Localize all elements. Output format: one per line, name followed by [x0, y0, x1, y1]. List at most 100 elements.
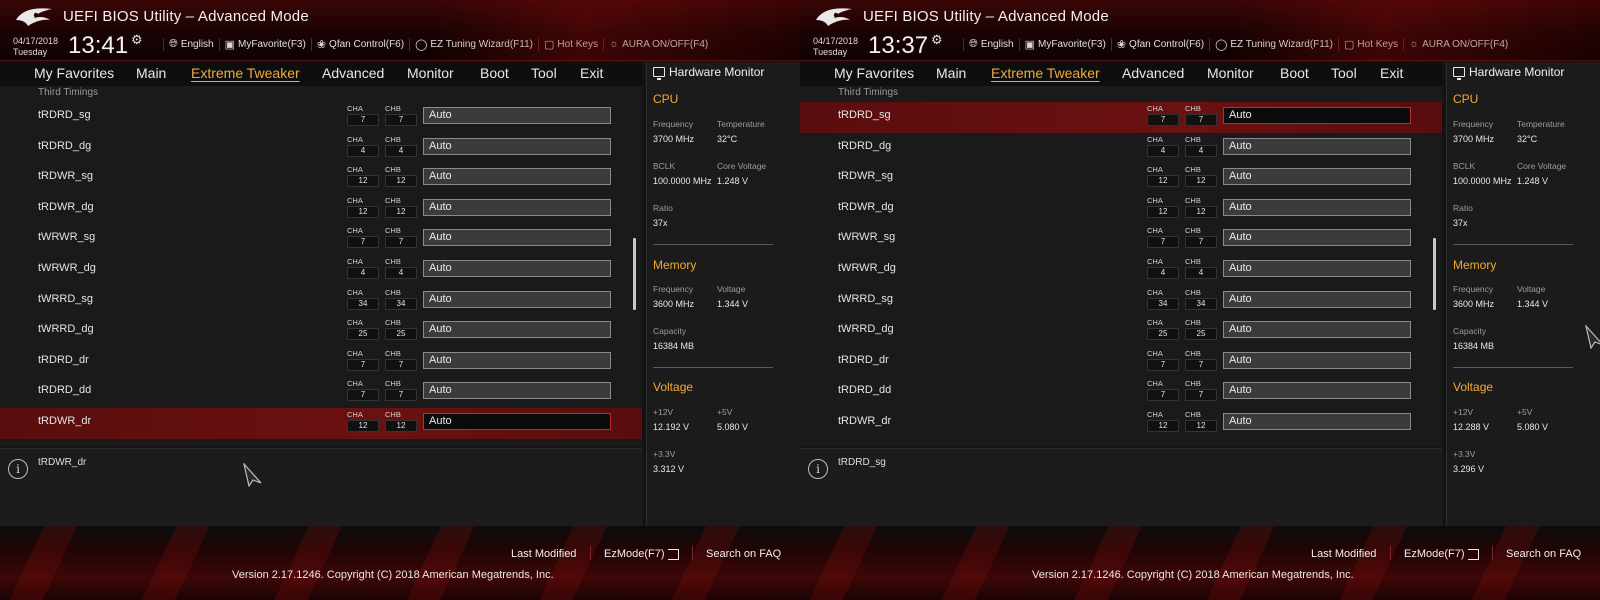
- timing-row[interactable]: tRDWR_dg CHA 12 CHB 12 Auto: [800, 194, 1442, 225]
- timing-row[interactable]: tWRRD_sg CHA 34 CHB 34 Auto: [800, 286, 1442, 317]
- my-favorite-button[interactable]: ▣ MyFavorite(F3): [225, 38, 306, 51]
- timing-value-field[interactable]: Auto: [1223, 168, 1411, 186]
- timing-row[interactable]: tRDWR_dr CHA 12 CHB 12 Auto: [0, 407, 642, 439]
- language-button[interactable]: 🌐︎ English: [169, 38, 214, 51]
- timing-row[interactable]: tRDRD_dr CHA 7 CHB 7 Auto: [0, 347, 642, 378]
- cha-value: 7: [1147, 358, 1179, 371]
- cha-caption: CHA: [1147, 256, 1163, 266]
- last-modified-button[interactable]: Last Modified: [511, 548, 576, 560]
- divider: [1453, 367, 1573, 368]
- timing-value-field[interactable]: Auto: [423, 107, 611, 124]
- section-heading: Third Timings: [38, 87, 99, 98]
- v5-value: 5.080 V: [717, 422, 749, 432]
- timing-value-field[interactable]: Auto: [423, 351, 611, 369]
- timing-value-field[interactable]: Auto: [1223, 229, 1411, 247]
- timing-value-field[interactable]: Auto: [423, 137, 611, 155]
- timing-row[interactable]: tWRWR_sg CHA 7 CHB 7 Auto: [800, 224, 1442, 255]
- tab-my-favorites[interactable]: My Favorites: [34, 65, 114, 81]
- copyright-text: Version 2.17.1246. Copyright (C) 2018 Am…: [232, 569, 554, 581]
- timing-value-field[interactable]: Auto: [423, 229, 611, 247]
- search-faq-button[interactable]: Search on FAQ: [706, 548, 781, 560]
- tab-advanced[interactable]: Advanced: [1122, 65, 1184, 81]
- timing-value-field[interactable]: Auto: [1223, 259, 1411, 277]
- timing-value-field[interactable]: Auto: [1223, 382, 1411, 400]
- timing-row[interactable]: tRDRD_dd CHA 7 CHB 7 Auto: [800, 377, 1442, 408]
- timing-row[interactable]: tRDWR_dr CHA 12 CHB 12 Auto: [800, 408, 1442, 439]
- channel-a-readout: CHA 4: [347, 257, 379, 279]
- timing-row[interactable]: tWRWR_dg CHA 4 CHB 4 Auto: [0, 255, 642, 286]
- timing-row[interactable]: tRDRD_dg CHA 4 CHB 4 Auto: [0, 133, 642, 164]
- tab-tool[interactable]: Tool: [531, 65, 557, 81]
- timing-value-field[interactable]: Auto: [1223, 351, 1411, 369]
- cha-caption: CHA: [1147, 379, 1163, 389]
- my-favorite-button[interactable]: ▣ MyFavorite(F3): [1025, 38, 1106, 51]
- timing-value-field[interactable]: Auto: [423, 259, 611, 277]
- timing-value-field[interactable]: Auto: [423, 321, 611, 339]
- timing-row[interactable]: tRDRD_dg CHA 4 CHB 4 Auto: [800, 133, 1442, 164]
- qfan-control-button[interactable]: ❀ Qfan Control(F6): [1117, 38, 1204, 51]
- timing-value-field[interactable]: Auto: [1223, 321, 1411, 339]
- timing-row[interactable]: tRDRD_dr CHA 7 CHB 7 Auto: [800, 347, 1442, 378]
- tab-boot[interactable]: Boot: [1280, 65, 1309, 81]
- clock-settings-gear-icon[interactable]: ⚙: [931, 32, 943, 48]
- ez-tuning-label: EZ Tuning Wizard(F11): [430, 38, 534, 50]
- timing-row[interactable]: tRDWR_sg CHA 12 CHB 12 Auto: [0, 163, 642, 194]
- search-faq-button[interactable]: Search on FAQ: [1506, 548, 1581, 560]
- timing-row[interactable]: tRDRD_sg CHA 7 CHB 7 Auto: [800, 102, 1442, 133]
- tab-main[interactable]: Main: [936, 65, 966, 81]
- timing-value-field[interactable]: Auto: [423, 412, 611, 430]
- timing-value-field[interactable]: Auto: [423, 382, 611, 400]
- bios-screen-left: UEFI BIOS Utility – Advanced Mode 04/17/…: [0, 0, 800, 600]
- ez-tuning-wizard-button[interactable]: ◯ EZ Tuning Wizard(F11): [1215, 38, 1333, 51]
- tab-my-favorites[interactable]: My Favorites: [834, 65, 914, 81]
- ezmode-button[interactable]: EzMode(F7): [604, 548, 679, 560]
- hot-keys-button[interactable]: ▢ Hot Keys: [1344, 38, 1398, 51]
- last-modified-button[interactable]: Last Modified: [1311, 548, 1376, 560]
- tab-main[interactable]: Main: [136, 65, 166, 81]
- timing-row[interactable]: tWRRD_sg CHA 34 CHB 34 Auto: [0, 286, 642, 317]
- timing-value-field[interactable]: Auto: [1223, 198, 1411, 216]
- timing-label: tRDWR_sg: [38, 170, 94, 183]
- tab-exit[interactable]: Exit: [1380, 65, 1403, 81]
- hot-keys-button[interactable]: ▢ Hot Keys: [544, 38, 598, 51]
- channel-b-readout: CHB 34: [385, 288, 417, 310]
- tab-exit[interactable]: Exit: [580, 65, 603, 81]
- timing-row[interactable]: tRDWR_sg CHA 12 CHB 12 Auto: [800, 163, 1442, 194]
- timing-row[interactable]: tRDRD_dd CHA 7 CHB 7 Auto: [0, 377, 642, 408]
- timing-value-field[interactable]: Auto: [423, 168, 611, 186]
- timing-row[interactable]: tWRRD_dg CHA 25 CHB 25 Auto: [0, 316, 642, 347]
- tab-boot[interactable]: Boot: [480, 65, 509, 81]
- timing-value-field[interactable]: Auto: [423, 290, 611, 308]
- clock-settings-gear-icon[interactable]: ⚙: [131, 32, 143, 48]
- timing-row[interactable]: tRDWR_dg CHA 12 CHB 12 Auto: [0, 194, 642, 225]
- tab-tool[interactable]: Tool: [1331, 65, 1357, 81]
- scrollbar[interactable]: [1433, 238, 1436, 310]
- timing-value-field[interactable]: Auto: [1223, 412, 1411, 430]
- tab-extreme-tweaker[interactable]: Extreme Tweaker: [191, 65, 300, 81]
- tab-advanced[interactable]: Advanced: [322, 65, 384, 81]
- chb-caption: CHB: [385, 318, 401, 328]
- aura-toggle-button[interactable]: ☼ AURA ON/OFF(F4): [609, 38, 708, 50]
- language-button[interactable]: 🌐︎ English: [969, 38, 1014, 51]
- timing-value-field[interactable]: Auto: [1223, 107, 1411, 124]
- tab-monitor[interactable]: Monitor: [1207, 65, 1254, 81]
- channel-b-readout: CHB 12: [1185, 196, 1217, 218]
- v33-value: 3.296 V: [1453, 464, 1485, 474]
- tab-monitor[interactable]: Monitor: [407, 65, 454, 81]
- aura-toggle-button[interactable]: ☼ AURA ON/OFF(F4): [1409, 38, 1508, 50]
- timing-row[interactable]: tWRWR_dg CHA 4 CHB 4 Auto: [800, 255, 1442, 286]
- timing-value-field[interactable]: Auto: [1223, 290, 1411, 308]
- timing-value-field[interactable]: Auto: [1223, 137, 1411, 155]
- timing-row[interactable]: tWRWR_sg CHA 7 CHB 7 Auto: [0, 224, 642, 255]
- channel-a-readout: CHA 7: [347, 104, 379, 126]
- timing-value-field[interactable]: Auto: [423, 198, 611, 216]
- cha-value: 34: [347, 297, 379, 310]
- ezmode-button[interactable]: EzMode(F7): [1404, 548, 1479, 560]
- timing-row[interactable]: tWRRD_dg CHA 25 CHB 25 Auto: [800, 316, 1442, 347]
- ez-tuning-wizard-button[interactable]: ◯ EZ Tuning Wizard(F11): [415, 38, 533, 51]
- tab-extreme-tweaker[interactable]: Extreme Tweaker: [991, 65, 1100, 81]
- timing-row[interactable]: tRDRD_sg CHA 7 CHB 7 Auto: [0, 102, 642, 133]
- scrollbar[interactable]: [633, 238, 636, 310]
- qfan-control-button[interactable]: ❀ Qfan Control(F6): [317, 38, 404, 51]
- cpu-frequency-value: 3700 MHz: [653, 134, 695, 144]
